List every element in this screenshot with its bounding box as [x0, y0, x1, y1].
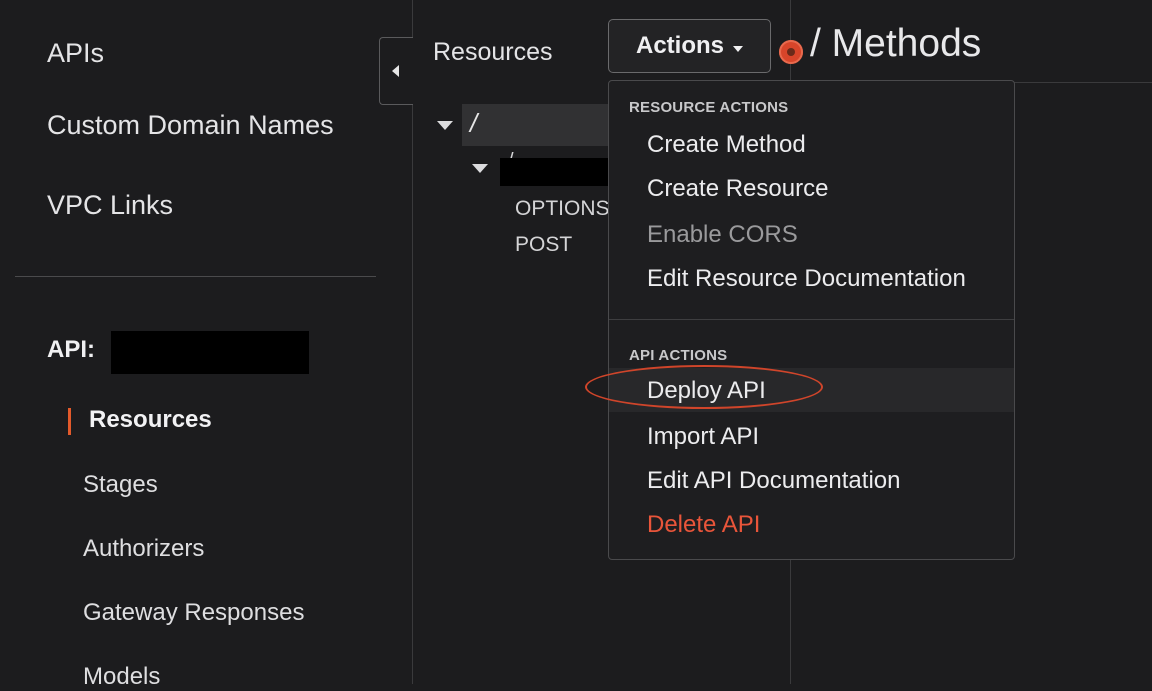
collapse-sidebar-button[interactable] [379, 37, 413, 105]
sidebar: APIs Custom Domain Names VPC Links API: … [0, 0, 413, 690]
api-name-redacted [111, 331, 309, 374]
actions-button-label: Actions [636, 32, 725, 59]
method-post[interactable]: POST [515, 233, 572, 257]
resource-actions-heading: RESOURCE ACTIONS [629, 99, 789, 116]
sidebar-item-models[interactable]: Models [83, 663, 160, 691]
api-actions-heading: API ACTIONS [629, 347, 728, 364]
annotation-dot [779, 40, 803, 64]
menu-item-delete-api[interactable]: Delete API [647, 511, 760, 539]
sidebar-divider [15, 276, 376, 277]
resources-panel-title: Resources [433, 38, 553, 66]
chevron-left-icon [392, 65, 399, 77]
caret-down-icon[interactable] [437, 121, 453, 130]
resource-name-redacted [500, 158, 612, 186]
annotation-ellipse [585, 365, 823, 409]
menu-item-create-resource[interactable]: Create Resource [647, 175, 828, 203]
active-indicator [68, 408, 71, 435]
menu-item-edit-resource-documentation[interactable]: Edit Resource Documentation [647, 265, 966, 293]
menu-item-enable-cors[interactable]: Enable CORS [647, 221, 798, 249]
sidebar-item-authorizers[interactable]: Authorizers [83, 535, 204, 563]
tree-root-label: / [470, 108, 478, 138]
api-heading: API: [47, 336, 95, 363]
chevron-down-icon [733, 46, 743, 52]
method-options[interactable]: OPTIONS [515, 197, 610, 221]
actions-button[interactable]: Actions [608, 19, 771, 73]
nav-custom-domain-names[interactable]: Custom Domain Names [47, 110, 334, 141]
sidebar-item-stages[interactable]: Stages [83, 471, 158, 499]
sidebar-item-gateway-responses[interactable]: Gateway Responses [83, 599, 304, 627]
nav-vpc-links[interactable]: VPC Links [47, 190, 173, 221]
sidebar-item-resources[interactable]: Resources [89, 406, 212, 434]
tree-root-row[interactable] [462, 104, 612, 146]
page-title: / Methods [810, 22, 982, 65]
caret-down-icon[interactable] [472, 164, 488, 173]
nav-apis[interactable]: APIs [47, 38, 104, 69]
menu-item-import-api[interactable]: Import API [647, 423, 759, 451]
menu-item-edit-api-documentation[interactable]: Edit API Documentation [647, 467, 900, 495]
menu-item-create-method[interactable]: Create Method [647, 131, 806, 159]
menu-separator [609, 319, 1014, 320]
